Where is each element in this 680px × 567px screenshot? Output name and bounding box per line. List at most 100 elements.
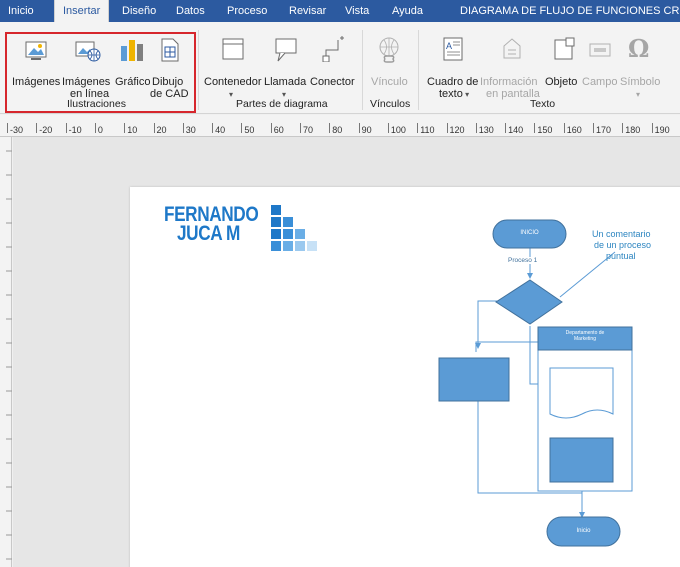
group-separator (418, 30, 419, 110)
conector-button[interactable]: Conector (310, 34, 356, 94)
callout-icon (275, 38, 297, 62)
swimlane-title: Departamento de Marketing (538, 330, 632, 342)
comment-text: Un comentario de un proceso puntual (592, 229, 651, 262)
ruler-tick-mark (300, 123, 301, 133)
ruler-tick-label: 140 (508, 125, 524, 135)
comment-line-2: de un proceso (594, 240, 652, 250)
connector-diamond-left (475, 300, 506, 349)
cad-drawing-icon (161, 38, 179, 62)
ruler-tick-mark (182, 123, 184, 133)
tab-datos[interactable]: Datos (176, 0, 205, 22)
field-icon (589, 43, 611, 57)
vertical-ruler[interactable] (0, 137, 12, 567)
group-partes-label: Partes de diagrama (236, 98, 328, 110)
document-shape (549, 367, 614, 419)
imagenes-button[interactable]: Imágenes (12, 34, 60, 94)
ruler-tick-mark (329, 123, 331, 133)
picture-icon (25, 41, 47, 60)
ruler-tick-mark (387, 123, 389, 133)
ruler-tick-label: 110 (420, 125, 435, 135)
ruler-tick-mark (65, 123, 67, 133)
ruler-tick-mark (94, 123, 96, 133)
grafico-button[interactable]: Gráfico (114, 34, 150, 94)
group-ilustraciones-label: Ilustraciones (67, 98, 126, 110)
group-separator (362, 30, 363, 110)
svg-text:A: A (446, 41, 452, 51)
ruler-tick-label: 180 (625, 125, 641, 135)
screentip-icon (503, 38, 521, 59)
ruler-tick-label: 0 (97, 125, 103, 135)
tab-diseno[interactable]: Diseño (122, 0, 156, 22)
ruler-tick-label: 100 (390, 125, 406, 135)
horizontal-ruler[interactable]: -30 -20 -10 0 10 20 30 40 50 60 70 80 90 100 110 120 130… (0, 115, 680, 137)
tab-proceso[interactable]: Proceso (227, 0, 267, 22)
start-label: INICIO (520, 230, 539, 236)
process1-label: Proceso 1 (507, 257, 539, 264)
ruler-tick-mark (358, 123, 360, 133)
ribbon: Imágenes Imágenes en línea Gráfico Dibuj… (0, 22, 680, 114)
ruler-tick-mark (270, 123, 272, 133)
ruler-tick-label: 20 (156, 125, 167, 135)
contenedor-dropdown-icon: ▾ (229, 90, 234, 99)
ruler-tick-label: 160 (566, 125, 582, 135)
ruler-tick-mark (651, 123, 653, 133)
chart-icon (121, 40, 143, 61)
ruler-tick-mark (241, 123, 243, 133)
connector-icon (322, 36, 344, 62)
ruler-tick-label: 70 (303, 125, 314, 135)
cuadro-de-texto-label-2: texto ▾ (439, 88, 469, 101)
campo-button[interactable]: Campo (582, 34, 618, 94)
simbolo-label: Símbolo (620, 76, 661, 88)
swimlane-title-line-2: Marketing (574, 336, 596, 342)
comment-line-1: Un comentario (592, 229, 651, 239)
vertical-ruler-ticks (6, 150, 12, 560)
link-globe-icon (379, 37, 399, 63)
tab-revisar[interactable]: Revisar (289, 0, 326, 22)
llamada-button[interactable]: Llamada ▾ (264, 34, 308, 99)
ruler-tick-label: 40 (215, 125, 226, 135)
ruler-tick-label: 30 (185, 125, 196, 135)
conector-label: Conector (310, 76, 355, 88)
ruler-tick-label: 90 (361, 125, 372, 135)
tab-inicio[interactable]: Inicio (8, 0, 34, 22)
ruler-tick-mark (7, 123, 8, 133)
drawing-canvas[interactable]: FERNANDO JUCA M INICIO Proceso 1 Un come… (13, 137, 680, 567)
end-label: Inicio (576, 528, 591, 534)
menu-bar: Inicio Insertar Diseño Datos Proceso Rev… (0, 0, 680, 23)
visio-window: Inicio Insertar Diseño Datos Proceso Rev… (0, 0, 680, 567)
tab-vista[interactable]: Vista (345, 0, 369, 22)
ruler-tick-label: 170 (596, 125, 612, 135)
ruler-tick-mark (563, 123, 565, 133)
contenedor-button[interactable]: Contenedor ▾ (204, 34, 262, 99)
ruler-tick-label: -30 (10, 125, 24, 135)
tab-ayuda[interactable]: Ayuda (392, 0, 423, 22)
cuadro-de-texto-dropdown-icon: ▾ (462, 90, 470, 99)
vinculo-button[interactable]: Vínculo (366, 34, 410, 94)
ruler-tick-label: 190 (654, 125, 670, 135)
simbolo-dropdown-icon: ▾ (636, 90, 641, 99)
drawing-page[interactable]: FERNANDO JUCA M INICIO Proceso 1 Un come… (130, 187, 680, 567)
group-texto-label: Texto (530, 98, 556, 110)
ruler-tick-mark (505, 123, 507, 133)
ruler-tick-mark (593, 123, 594, 133)
cuadro-de-texto-button[interactable]: A Cuadro de texto ▾ (424, 34, 480, 100)
ruler-tick-label: 60 (273, 125, 284, 135)
ruler-tick-mark (124, 123, 126, 133)
lane-process-box (549, 437, 614, 483)
left-process-box (438, 357, 510, 402)
simbolo-button[interactable]: Ω Símbolo ▾ (618, 34, 662, 99)
ruler-tick-label: 50 (244, 125, 255, 135)
ruler-tick-mark (534, 123, 536, 133)
ruler-tick-label: 130 (478, 125, 494, 135)
group-separator (198, 30, 199, 110)
ruler-tick-mark (622, 123, 624, 133)
objeto-button[interactable]: Objeto (544, 34, 582, 94)
online-picture-icon (75, 41, 101, 62)
imagenes-en-linea-button[interactable]: Imágenes en línea (62, 34, 114, 100)
ruler-tick-label: 120 (449, 125, 465, 135)
tab-insertar[interactable]: Insertar (54, 0, 110, 23)
grafico-label: Gráfico (115, 76, 151, 88)
dibujo-cad-button[interactable]: Dibujo de CAD (150, 34, 192, 100)
informacion-en-pantalla-button[interactable]: Información en pantalla (480, 34, 544, 100)
container-icon (222, 38, 244, 60)
